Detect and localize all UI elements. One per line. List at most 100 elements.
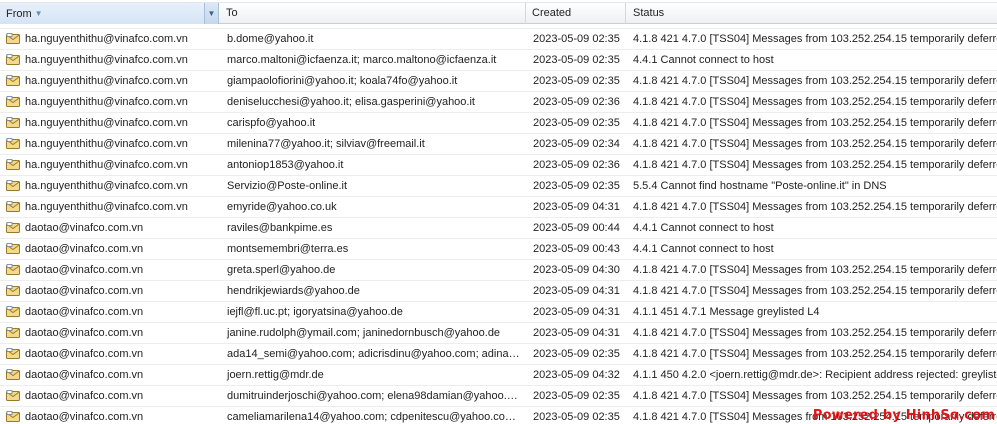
to-cell: hendrikjewiards@yahoo.de <box>227 285 360 297</box>
to-cell: greta.sperl@yahoo.de <box>227 264 336 276</box>
created-cell: 2023-05-09 02:35 <box>533 390 620 402</box>
from-address: daotao@vinafco.com.vn <box>25 264 144 276</box>
envelope-icon <box>6 388 21 401</box>
column-header-status-label: Status <box>633 7 665 19</box>
created-cell: 2023-05-09 00:44 <box>533 222 620 234</box>
from-address: ha.nguyenthithu@vinafco.com.vn <box>25 54 188 66</box>
created-cell: 2023-05-09 00:43 <box>533 243 620 255</box>
created-cell: 2023-05-09 02:36 <box>533 159 620 171</box>
envelope-icon <box>6 52 21 65</box>
to-cell: giampaolofiorini@yahoo.it; koala74fo@yah… <box>227 75 458 87</box>
column-header-status[interactable]: Status <box>627 3 997 24</box>
sort-descending-icon: ▼ <box>34 9 43 18</box>
table-row[interactable]: ha.nguyenthithu@vinafco.com.vn Servizio@P… <box>0 176 997 197</box>
status-cell: 4.1.8 421 4.7.0 [TSS04] Messages from 10… <box>633 159 997 171</box>
from-cell: ha.nguyenthithu@vinafco.com.vn <box>0 50 220 70</box>
table-row[interactable]: ha.nguyenthithu@vinafco.com.vn giampaolof… <box>0 71 997 92</box>
to-cell: deniselucchesi@yahoo.it; elisa.gasperini… <box>227 96 475 108</box>
envelope-icon <box>6 346 21 359</box>
to-cell: raviles@bankpime.es <box>227 222 333 234</box>
created-cell: 2023-05-09 02:35 <box>533 75 620 87</box>
created-cell: 2023-05-09 04:31 <box>533 285 620 297</box>
column-header-created[interactable]: Created <box>526 3 626 24</box>
from-address: daotao@vinafco.com.vn <box>25 285 144 297</box>
to-cell: montsemembri@terra.es <box>227 243 349 255</box>
created-cell: 2023-05-09 04:30 <box>533 264 620 276</box>
table-row[interactable]: daotao@vinafco.com.vn dumitruinderjoschi@… <box>0 386 997 407</box>
created-cell: 2023-05-09 02:35 <box>533 348 620 360</box>
table-row[interactable]: ha.nguyenthithu@vinafco.com.vn marco.malt… <box>0 50 997 71</box>
from-cell: daotao@vinafco.com.vn <box>0 365 220 385</box>
to-cell: Servizio@Poste-online.it <box>227 180 347 192</box>
created-cell: 2023-05-09 02:35 <box>533 180 620 192</box>
to-cell: cameliamarilena14@yahoo.com; cdpenitescu… <box>227 411 516 423</box>
from-cell: daotao@vinafco.com.vn <box>0 239 220 259</box>
from-cell: ha.nguyenthithu@vinafco.com.vn <box>0 113 220 133</box>
table-row[interactable]: daotao@vinafco.com.vn janine.rudolph@ymai… <box>0 323 997 344</box>
status-cell: 4.1.8 421 4.7.0 [TSS04] Messages from 10… <box>633 264 997 276</box>
to-cell: marco.maltoni@icfaenza.it; marco.maltono… <box>227 54 497 66</box>
created-cell: 2023-05-09 02:36 <box>533 96 620 108</box>
envelope-icon <box>6 304 21 317</box>
status-cell: 4.1.8 421 4.7.0 [TSS04] Messages from 10… <box>633 138 997 150</box>
status-cell: 4.1.8 421 4.7.0 [TSS04] Messages from 10… <box>633 390 997 402</box>
to-cell: ada14_semi@yahoo.com; adicrisdinu@yahoo.… <box>227 348 520 360</box>
table-row[interactable]: ha.nguyenthithu@vinafco.com.vn milenina77… <box>0 134 997 155</box>
table-row[interactable]: daotao@vinafco.com.vn montsemembri@terra.… <box>0 239 997 260</box>
status-cell: 4.1.1 451 4.7.1 Message greylisted L4 <box>633 306 820 318</box>
from-cell: ha.nguyenthithu@vinafco.com.vn <box>0 197 220 217</box>
column-header-to[interactable]: To <box>220 3 526 24</box>
to-cell: joern.rettig@mdr.de <box>227 369 324 381</box>
to-cell: carispfo@yahoo.it <box>227 117 316 129</box>
table-row[interactable]: ha.nguyenthithu@vinafco.com.vn carispfo@y… <box>0 113 997 134</box>
envelope-icon <box>6 220 21 233</box>
to-cell: dumitruinderjoschi@yahoo.com; elena98dam… <box>227 390 518 402</box>
created-cell: 2023-05-09 02:35 <box>533 117 620 129</box>
column-menu-trigger[interactable]: ▼ <box>204 3 218 24</box>
from-cell: daotao@vinafco.com.vn <box>0 386 220 406</box>
to-cell: iejfl@fl.uc.pt; igoryatsina@yahoo.de <box>227 306 403 318</box>
column-header-created-label: Created <box>532 7 572 19</box>
envelope-icon <box>6 283 21 296</box>
envelope-icon <box>6 409 21 422</box>
table-row[interactable]: daotao@vinafco.com.vn hendrikjewiards@yah… <box>0 281 997 302</box>
from-address: daotao@vinafco.com.vn <box>25 369 144 381</box>
table-row[interactable]: daotao@vinafco.com.vn greta.sperl@yahoo.d… <box>0 260 997 281</box>
from-address: ha.nguyenthithu@vinafco.com.vn <box>25 180 188 192</box>
from-cell: daotao@vinafco.com.vn <box>0 323 220 343</box>
from-address: daotao@vinafco.com.vn <box>25 222 144 234</box>
from-address: ha.nguyenthithu@vinafco.com.vn <box>25 96 188 108</box>
status-cell: 5.5.4 Cannot find hostname "Poste-online… <box>633 180 887 192</box>
from-cell: ha.nguyenthithu@vinafco.com.vn <box>0 71 220 91</box>
table-row[interactable]: daotao@vinafco.com.vn raviles@bankpime.es… <box>0 218 997 239</box>
from-address: daotao@vinafco.com.vn <box>25 411 144 423</box>
envelope-icon <box>6 367 21 380</box>
envelope-icon <box>6 73 21 86</box>
watermark: Powered by HinhSo.com <box>812 408 995 423</box>
table-row[interactable]: ha.nguyenthithu@vinafco.com.vn b.dome@yah… <box>0 29 997 50</box>
table-row[interactable]: daotao@vinafco.com.vn joern.rettig@mdr.de… <box>0 365 997 386</box>
from-address: ha.nguyenthithu@vinafco.com.vn <box>25 117 188 129</box>
table-row[interactable]: ha.nguyenthithu@vinafco.com.vn deniselucc… <box>0 92 997 113</box>
from-cell: daotao@vinafco.com.vn <box>0 218 220 238</box>
envelope-icon <box>6 262 21 275</box>
message-queue-list: ha.nguyenthithu@vinafco.com.vn b.dome@yah… <box>0 10 997 424</box>
status-cell: 4.1.1 450 4.2.0 <joern.rettig@mdr.de>: R… <box>633 369 997 381</box>
from-address: ha.nguyenthithu@vinafco.com.vn <box>25 75 188 87</box>
from-cell: ha.nguyenthithu@vinafco.com.vn <box>0 92 220 112</box>
table-row[interactable]: daotao@vinafco.com.vn ada14_semi@yahoo.co… <box>0 344 997 365</box>
created-cell: 2023-05-09 04:31 <box>533 201 620 213</box>
column-header-to-label: To <box>226 7 238 19</box>
table-row[interactable]: daotao@vinafco.com.vn iejfl@fl.uc.pt; igo… <box>0 302 997 323</box>
status-cell: 4.1.8 421 4.7.0 [TSS04] Messages from 10… <box>633 327 997 339</box>
from-cell: daotao@vinafco.com.vn <box>0 281 220 301</box>
table-row[interactable]: ha.nguyenthithu@vinafco.com.vn emyride@ya… <box>0 197 997 218</box>
envelope-icon <box>6 241 21 254</box>
to-cell: emyride@yahoo.co.uk <box>227 201 337 213</box>
status-cell: 4.1.8 421 4.7.0 [TSS04] Messages from 10… <box>633 96 997 108</box>
table-row[interactable]: ha.nguyenthithu@vinafco.com.vn antoniop18… <box>0 155 997 176</box>
from-address: daotao@vinafco.com.vn <box>25 348 144 360</box>
envelope-icon <box>6 325 21 338</box>
from-address: daotao@vinafco.com.vn <box>25 327 144 339</box>
column-header-from[interactable]: From ▼ ▼ <box>0 3 219 24</box>
